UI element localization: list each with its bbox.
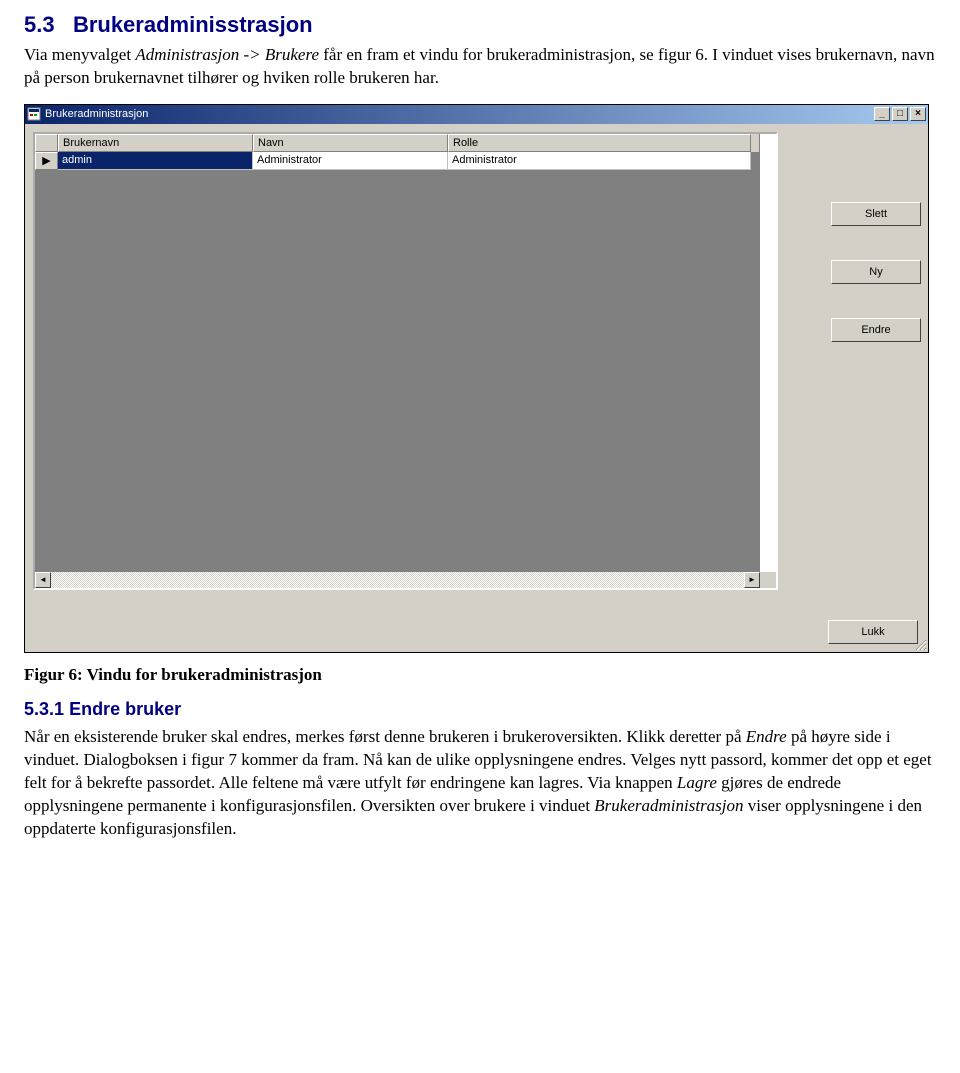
col-header-navn[interactable]: Navn <box>253 134 448 152</box>
subsection-title: Endre bruker <box>69 699 181 719</box>
endre-btn-ref: Endre <box>746 727 787 746</box>
maximize-icon: □ <box>897 109 903 119</box>
subsection-heading: 5.3.1 Endre bruker <box>24 699 936 720</box>
endre-bruker-paragraph: Når en eksisterende bruker skal endres, … <box>24 726 936 841</box>
scroll-track[interactable] <box>51 572 744 588</box>
cell-rolle[interactable]: Administrator <box>448 152 751 170</box>
figure-caption: Figur 6: Vindu for brukeradministrasjon <box>24 665 936 685</box>
ny-button[interactable]: Ny <box>831 260 921 284</box>
scroll-corner <box>760 572 776 588</box>
close-icon: × <box>915 109 921 119</box>
intro-text-a: Via menyvalget <box>24 45 135 64</box>
window-title: Brukeradministrasjon <box>45 108 148 120</box>
grid-corner <box>35 134 58 152</box>
lagre-btn-ref: Lagre <box>677 773 717 792</box>
table-row[interactable]: ▶ admin Administrator Administrator <box>35 152 760 170</box>
user-grid[interactable]: Brukernavn Navn Rolle ▶ admin Administra… <box>33 132 778 590</box>
close-button[interactable]: × <box>910 107 926 121</box>
intro-paragraph: Via menyvalget Administrasjon -> Brukere… <box>24 44 936 90</box>
col-header-brukernavn[interactable]: Brukernavn <box>58 134 253 152</box>
col-header-rolle[interactable]: Rolle <box>448 134 751 152</box>
endre-button[interactable]: Endre <box>831 318 921 342</box>
endre-text-a: Når en eksisterende bruker skal endres, … <box>24 727 746 746</box>
side-button-column: Slett Ny Endre <box>781 132 921 376</box>
cell-navn[interactable]: Administrator <box>253 152 448 170</box>
lukk-button[interactable]: Lukk <box>828 620 918 644</box>
grid-header-row: Brukernavn Navn Rolle <box>35 134 760 152</box>
screenshot-window: Brukeradministrasjon _ □ × Brukernavn Na… <box>24 104 929 653</box>
section-heading: 5.3 Brukeradminisstrasjon <box>24 12 936 38</box>
app-icon <box>27 107 41 121</box>
arrow-left-icon: ◄ <box>39 575 47 584</box>
section-number: 5.3 <box>24 12 55 37</box>
titlebar: Brukeradministrasjon _ □ × <box>25 105 928 124</box>
row-marker: ▶ <box>35 152 58 170</box>
resize-grip[interactable] <box>913 637 927 651</box>
minimize-icon: _ <box>879 109 885 119</box>
maximize-button[interactable]: □ <box>892 107 908 121</box>
vertical-scrollbar[interactable] <box>759 134 776 572</box>
window-controls: _ □ × <box>874 107 926 121</box>
window-name-ref: Brukeradministrasjon <box>594 796 743 815</box>
minimize-button[interactable]: _ <box>874 107 890 121</box>
subsection-number: 5.3.1 <box>24 699 64 719</box>
intro-menu-path: Administrasjon -> Brukere <box>135 45 319 64</box>
scroll-right-button[interactable]: ► <box>744 572 760 588</box>
slett-button[interactable]: Slett <box>831 202 921 226</box>
client-area: Brukernavn Navn Rolle ▶ admin Administra… <box>25 124 928 652</box>
cell-brukernavn[interactable]: admin <box>58 152 253 170</box>
bottom-button-row: Lukk <box>33 590 920 644</box>
arrow-right-icon: ► <box>748 575 756 584</box>
section-title: Brukeradminisstrasjon <box>73 12 313 37</box>
horizontal-scrollbar[interactable]: ◄ ► <box>35 571 760 588</box>
scroll-left-button[interactable]: ◄ <box>35 572 51 588</box>
